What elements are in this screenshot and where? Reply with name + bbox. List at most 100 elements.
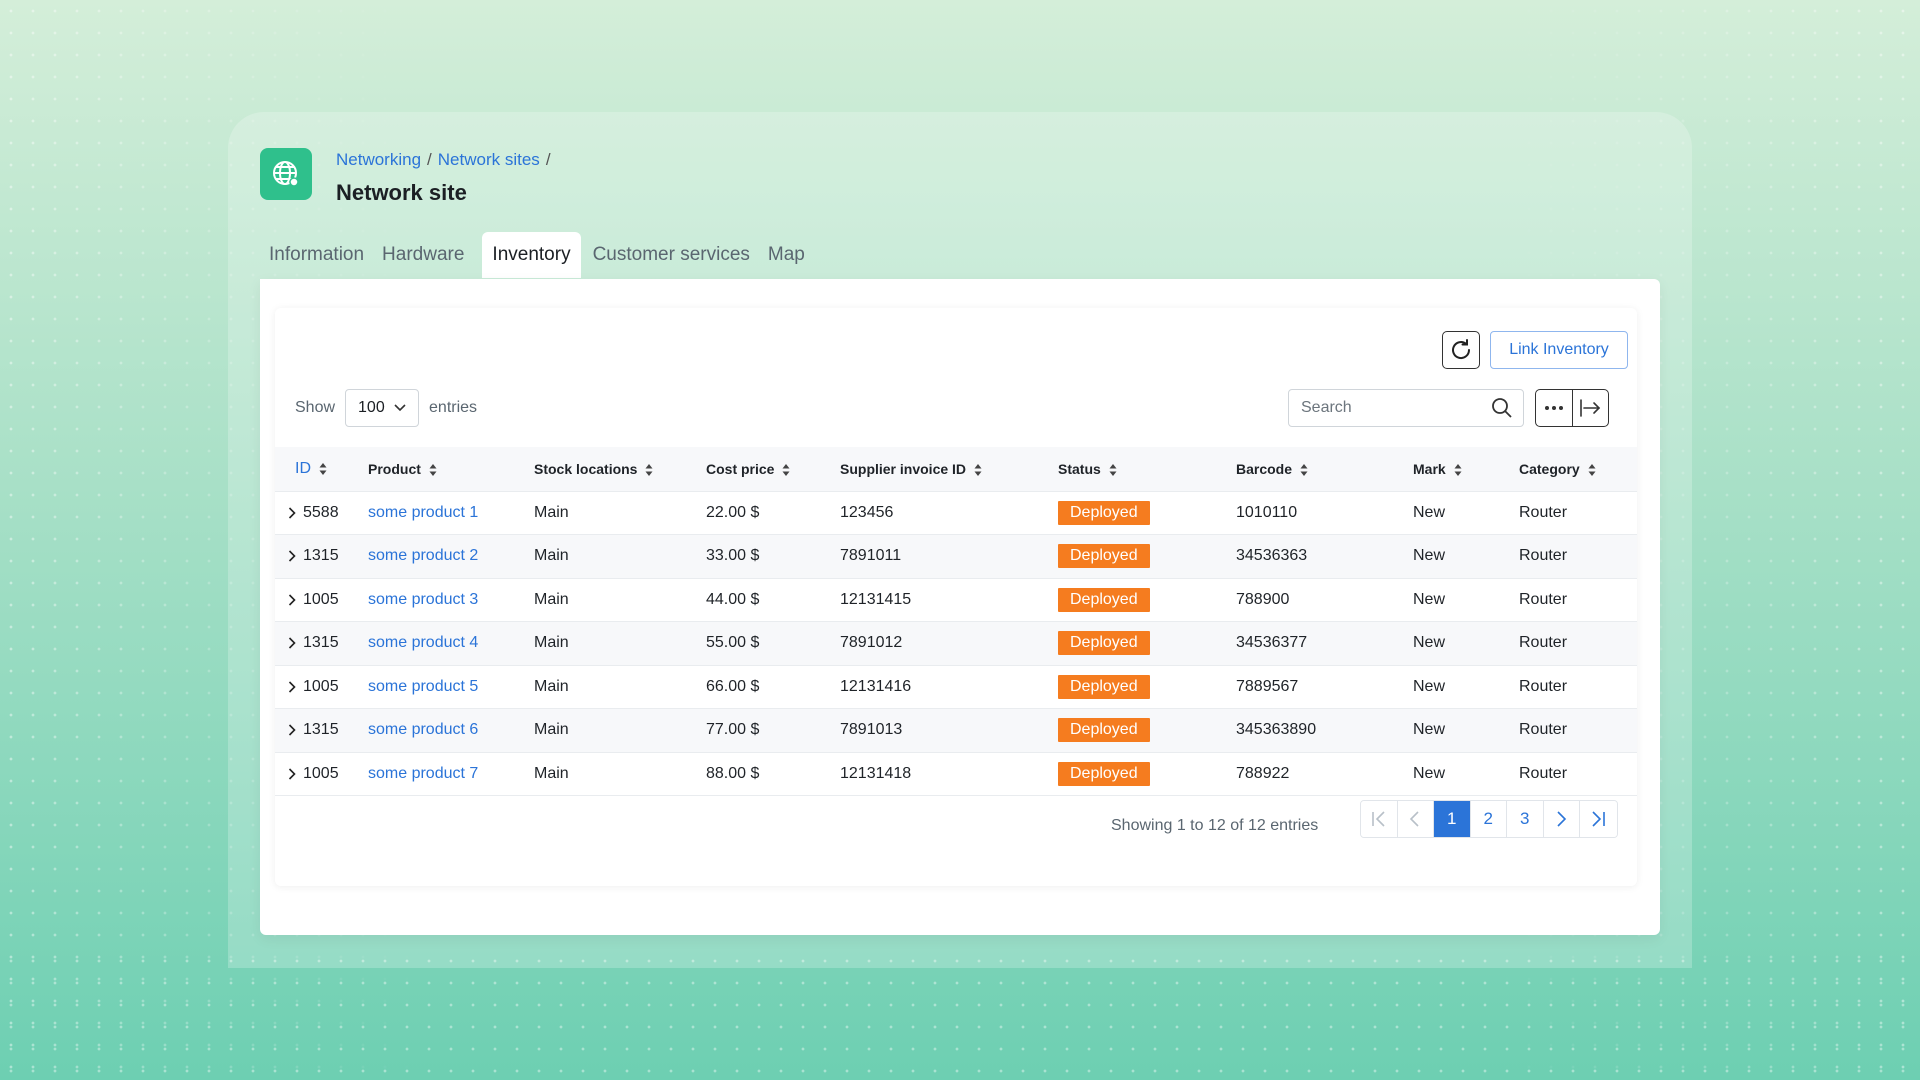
cell-mark: New — [1413, 664, 1519, 709]
previous-page-button[interactable] — [1397, 801, 1434, 837]
page-title: Network site — [336, 180, 467, 205]
cell-mark: New — [1413, 708, 1519, 752]
next-page-button[interactable] — [1543, 801, 1580, 837]
more-options-button[interactable] — [1536, 390, 1573, 426]
page-button-2[interactable]: 2 — [1470, 801, 1507, 837]
sort-icon — [645, 463, 653, 476]
sort-icon — [1588, 463, 1596, 476]
page-header: Networking / Network sites / Network sit… — [260, 148, 551, 206]
column-header-mark[interactable]: Mark — [1413, 447, 1519, 491]
background-pattern-bottom — [0, 950, 1920, 1080]
column-header-category[interactable]: Category — [1519, 447, 1637, 491]
first-page-button[interactable] — [1361, 801, 1398, 837]
first-page-icon — [1371, 811, 1385, 827]
page-size-control: Show 100 entries — [295, 389, 477, 427]
table-row: 1315 some product 4 Main 55.00 $7891012 Depl… — [275, 621, 1637, 665]
column-header-cost-price[interactable]: Cost price — [706, 447, 840, 491]
product-link[interactable]: some product 3 — [368, 591, 478, 608]
cell-category: Router — [1519, 577, 1637, 622]
table-row: 1005 some product 3 Main 44.00 $12131415 Dep… — [275, 577, 1637, 622]
table-actions-group — [1535, 389, 1609, 427]
refresh-button[interactable] — [1442, 331, 1480, 369]
column-header-id[interactable]: ID — [275, 447, 368, 491]
product-link[interactable]: some product 4 — [368, 634, 478, 651]
page-button-1[interactable]: 1 — [1434, 801, 1471, 837]
sort-icon — [1109, 463, 1117, 476]
cell-id: 1315 — [303, 634, 339, 652]
search-icon[interactable] — [1491, 397, 1513, 419]
expand-row-chevron-icon[interactable] — [281, 507, 303, 519]
chevron-left-icon — [1410, 811, 1419, 827]
cell-cost-price: 22.00 $ — [706, 490, 840, 535]
breadcrumb-networking[interactable]: Networking — [336, 150, 421, 170]
cell-category: Router — [1519, 621, 1637, 665]
status-badge: Deployed — [1058, 718, 1150, 743]
cell-cost-price: 66.00 $ — [706, 664, 840, 709]
cell-id: 1315 — [303, 547, 339, 565]
cell-stock-location: Main — [534, 751, 706, 796]
cell-id: 1315 — [303, 721, 339, 739]
cell-mark: New — [1413, 621, 1519, 665]
column-header-barcode[interactable]: Barcode — [1236, 447, 1413, 491]
column-header-status[interactable]: Status — [1058, 447, 1236, 491]
status-badge: Deployed — [1058, 761, 1150, 786]
status-badge: Deployed — [1058, 500, 1150, 525]
sort-icon — [1300, 463, 1308, 476]
expand-row-chevron-icon[interactable] — [281, 681, 303, 693]
page-button-3[interactable]: 3 — [1507, 801, 1544, 837]
cell-cost-price: 55.00 $ — [706, 621, 840, 665]
globe-icon — [260, 148, 312, 200]
table-row: 1005 some product 5 Main 66.00 $12131416 Dep… — [275, 664, 1637, 709]
product-link[interactable]: some product 6 — [368, 721, 478, 738]
sort-icon — [782, 463, 790, 476]
cell-supplier-invoice-id: 123456 — [840, 490, 1058, 535]
tab-information[interactable]: Information — [261, 232, 372, 278]
link-inventory-button[interactable]: Link Inventory — [1490, 331, 1628, 369]
expand-row-chevron-icon[interactable] — [281, 724, 303, 736]
tab-inventory[interactable]: Inventory — [482, 232, 581, 278]
column-header-stock-locations[interactable]: Stock locations — [534, 447, 706, 491]
search-input[interactable] — [1301, 399, 1481, 417]
cell-mark: New — [1413, 751, 1519, 796]
product-link[interactable]: some product 1 — [368, 504, 478, 521]
cell-mark: New — [1413, 534, 1519, 578]
status-badge: Deployed — [1058, 544, 1150, 569]
tab-customer-services[interactable]: Customer services — [585, 232, 758, 278]
table-row: 1315 some product 2 Main 33.00 $7891011 Depl… — [275, 534, 1637, 578]
expand-row-chevron-icon[interactable] — [281, 550, 303, 562]
table-row: 1315 some product 6 Main 77.00 $7891013 Depl… — [275, 708, 1637, 752]
export-button[interactable] — [1573, 390, 1609, 426]
expand-row-chevron-icon[interactable] — [281, 594, 303, 606]
cell-stock-location: Main — [534, 577, 706, 622]
entries-label: entries — [429, 399, 478, 416]
status-badge: Deployed — [1058, 674, 1150, 699]
column-header-product[interactable]: Product — [368, 447, 534, 491]
cell-barcode: 1010110 — [1236, 490, 1413, 535]
cell-supplier-invoice-id: 12131415 — [840, 577, 1058, 622]
expand-row-chevron-icon[interactable] — [281, 637, 303, 649]
pagination: 1 2 3 — [1360, 800, 1618, 838]
cell-mark: New — [1413, 490, 1519, 535]
page-size-select[interactable]: 100 — [345, 389, 420, 427]
search-box — [1288, 389, 1524, 427]
product-link[interactable]: some product 5 — [368, 678, 478, 695]
table-row: 1005 some product 7 Main 88.00 $12131418 Dep… — [275, 751, 1637, 796]
cell-stock-location: Main — [534, 534, 706, 578]
page-size-value: 100 — [358, 399, 385, 416]
sort-icon — [974, 463, 982, 476]
product-link[interactable]: some product 2 — [368, 547, 478, 564]
tab-hardware[interactable]: Hardware — [374, 232, 472, 278]
cell-category: Router — [1519, 708, 1637, 752]
tab-map[interactable]: Map — [760, 232, 813, 278]
breadcrumb-network-sites[interactable]: Network sites — [438, 150, 540, 170]
status-badge: Deployed — [1058, 587, 1150, 612]
app-window: Networking / Network sites / Network sit… — [228, 112, 1692, 968]
column-header-supplier-invoice-id[interactable]: Supplier invoice ID — [840, 447, 1058, 491]
cell-barcode: 788900 — [1236, 577, 1413, 622]
cell-supplier-invoice-id: 12131416 — [840, 664, 1058, 709]
last-page-button[interactable] — [1580, 801, 1617, 837]
product-link[interactable]: some product 7 — [368, 765, 478, 782]
cell-barcode: 34536363 — [1236, 534, 1413, 578]
expand-row-chevron-icon[interactable] — [281, 768, 303, 780]
cell-category: Router — [1519, 490, 1637, 535]
